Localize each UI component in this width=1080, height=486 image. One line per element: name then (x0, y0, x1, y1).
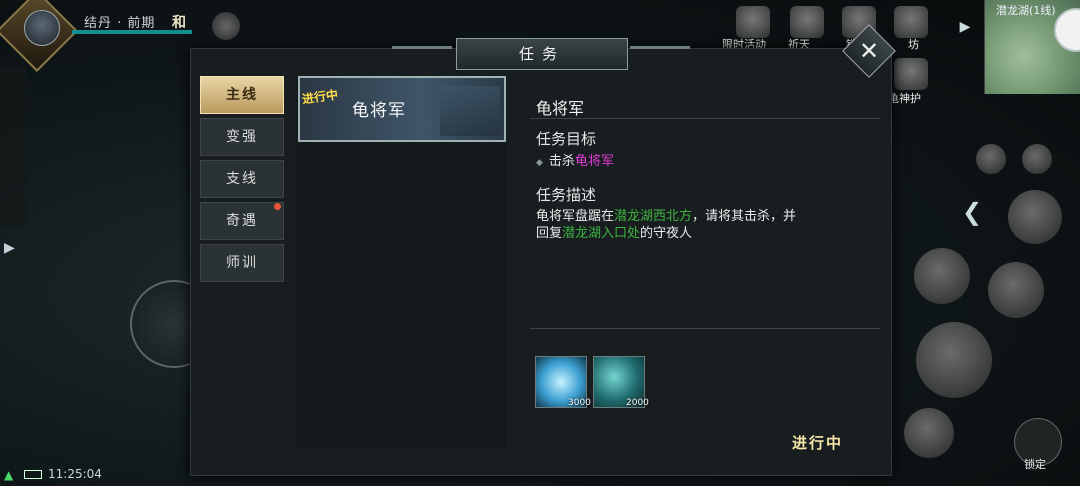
taiji-skill-icon[interactable] (1008, 190, 1062, 244)
battery-icon (24, 470, 42, 479)
tab-main[interactable]: 主线 (200, 76, 284, 114)
dialog-title: 任务 (456, 38, 628, 70)
tab-strengthen[interactable]: 变强 (200, 118, 284, 156)
desc-location-link[interactable]: 潜龙湖入口处 (562, 226, 640, 241)
reward-qty: 2000 (626, 398, 649, 408)
quest-card-name: 龟将军 (352, 101, 406, 121)
desc-text: 回复 (536, 226, 563, 241)
realm-char: 和 (172, 15, 186, 31)
objective-heading: 任务目标 (536, 130, 597, 148)
desc-text: ，请将其击杀，并 (692, 209, 797, 224)
pray-icon[interactable] (790, 6, 824, 38)
bag-icon[interactable] (976, 144, 1006, 174)
attack-skill-icon[interactable] (916, 322, 992, 398)
skill-3-icon[interactable] (904, 408, 954, 458)
quest-detail-title: 龟将军 (536, 99, 585, 118)
left-expand-arrow-icon[interactable]: ▶ (4, 240, 15, 256)
turtle-guard-label: 龟神护 (888, 92, 921, 105)
shop-icon[interactable] (894, 6, 928, 38)
notification-dot (274, 203, 281, 210)
tab-mentor[interactable]: 师训 (200, 244, 284, 282)
description-line-2: 回复潜龙湖入口处的守夜人 (536, 222, 692, 241)
title-ornament-left (392, 46, 452, 49)
wifi-icon: ▲ (4, 468, 14, 482)
shop-label: 坊 (908, 38, 919, 51)
skill-2-icon[interactable] (988, 262, 1044, 318)
quest-card-art (440, 86, 500, 136)
objective-prefix: 击杀 (548, 154, 575, 169)
close-icon[interactable]: ✕ (850, 32, 888, 70)
player-avatar[interactable] (24, 10, 60, 46)
clock-time: 11:25:04 (48, 467, 102, 481)
objective-target[interactable]: 龟将军 (575, 154, 614, 169)
target-icon[interactable] (1022, 144, 1052, 174)
description-heading: 任务描述 (536, 186, 597, 204)
skill-switch-arrow-icon[interactable]: ❮ (962, 198, 982, 226)
tab-encounter-label: 奇遇 (226, 213, 258, 229)
skill-1-icon[interactable] (914, 248, 970, 304)
objective-line: ◆ 击杀龟将军 (536, 150, 614, 169)
left-side-rail (0, 66, 26, 226)
quest-progress-button[interactable]: 进行中 (792, 432, 843, 453)
reward-qty: 3000 (568, 398, 591, 408)
limited-event-icon[interactable] (736, 6, 770, 38)
divider (530, 118, 880, 119)
lock-target-label: 锁定 (1024, 458, 1046, 471)
turtle-guard-icon[interactable] (894, 58, 928, 90)
desc-text: 的守夜人 (640, 226, 693, 241)
title-ornament-right (630, 46, 690, 49)
bullet-icon: ◆ (536, 158, 543, 168)
tab-side[interactable]: 支线 (200, 160, 284, 198)
realm-label: 结丹 · 前期 (84, 16, 156, 31)
expand-arrow-icon[interactable]: ▶ (954, 16, 976, 38)
buff-emblem-icon[interactable] (212, 12, 240, 40)
divider (530, 328, 880, 329)
minimap-title: 潜龙湖(1线) (996, 4, 1056, 17)
tab-encounter[interactable]: 奇遇 (200, 202, 284, 240)
status-bar: ▲ 11:25:04 (0, 464, 200, 486)
